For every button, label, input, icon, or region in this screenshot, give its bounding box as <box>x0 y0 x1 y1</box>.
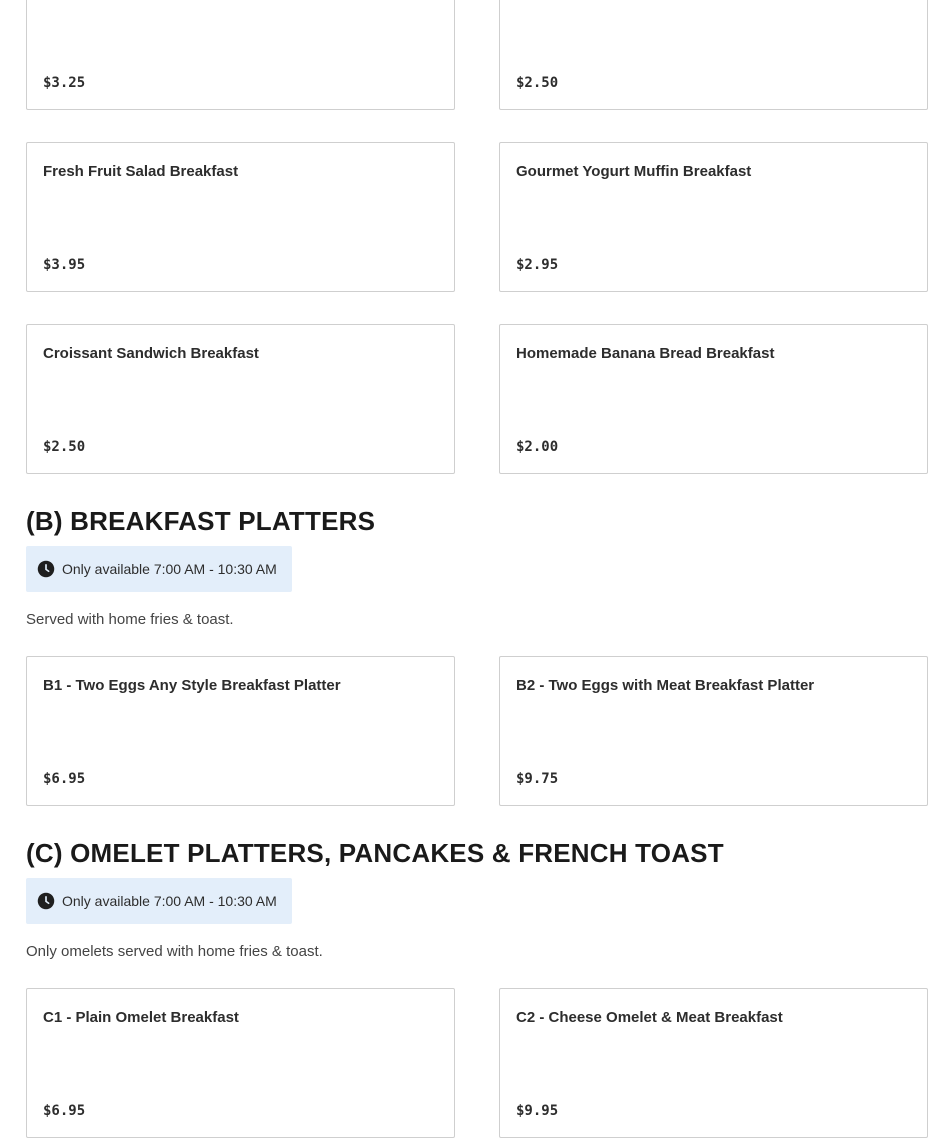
menu-item-name: Croissant Sandwich Breakfast <box>43 345 259 362</box>
menu-item-name: B1 - Two Eggs Any Style Breakfast Platte… <box>43 677 341 694</box>
availability-text: Only available 7:00 AM - 10:30 AM <box>62 893 277 909</box>
menu-item-name: Fresh Fruit Salad Breakfast <box>43 163 239 180</box>
menu-item-price: $6.95 <box>43 771 86 787</box>
menu-item-card[interactable]: Croissant Sandwich Breakfast $2.50 <box>26 324 455 474</box>
menu-item-card[interactable]: $2.50 <box>499 0 928 110</box>
menu-item-price: $6.95 <box>43 1103 86 1119</box>
menu-item-name: Gourmet Yogurt Muffin Breakfast <box>516 163 752 180</box>
menu-item-card[interactable]: C2 - Cheese Omelet & Meat Breakfast $9.9… <box>499 988 928 1138</box>
menu-item-price: $9.95 <box>516 1103 559 1119</box>
menu-item-card[interactable]: B2 - Two Eggs with Meat Breakfast Platte… <box>499 656 928 806</box>
availability-text: Only available 7:00 AM - 10:30 AM <box>62 561 277 577</box>
menu-item-price: $3.25 <box>43 75 86 91</box>
menu-item-card[interactable]: C1 - Plain Omelet Breakfast $6.95 <box>26 988 455 1138</box>
menu-item-price: $3.95 <box>43 257 86 273</box>
menu-item-card[interactable]: Homemade Banana Bread Breakfast $2.00 <box>499 324 928 474</box>
menu-item-price: $2.50 <box>43 439 86 455</box>
menu-item-name: Homemade Banana Bread Breakfast <box>516 345 775 362</box>
availability-badge: Only available 7:00 AM - 10:30 AM <box>26 546 292 592</box>
menu-item-name: B2 - Two Eggs with Meat Breakfast Platte… <box>516 677 815 694</box>
clock-icon <box>37 892 55 910</box>
section-description: Served with home fries & toast. <box>26 611 234 628</box>
menu-item-price: $2.00 <box>516 439 559 455</box>
menu-item-card[interactable]: Gourmet Yogurt Muffin Breakfast $2.95 <box>499 142 928 292</box>
clock-icon <box>37 560 55 578</box>
section-description: Only omelets served with home fries & to… <box>26 943 323 960</box>
section-title-omelet-platters: (C) Omelet Platters, Pancakes & French T… <box>26 838 724 868</box>
menu-item-price: $2.95 <box>516 257 559 273</box>
menu-item-price: $2.50 <box>516 75 559 91</box>
menu-item-card[interactable]: Fresh Fruit Salad Breakfast $3.95 <box>26 142 455 292</box>
menu-item-name: C1 - Plain Omelet Breakfast <box>43 1009 239 1026</box>
menu-item-name: C2 - Cheese Omelet & Meat Breakfast <box>516 1009 783 1026</box>
menu-item-card[interactable]: $3.25 <box>26 0 455 110</box>
availability-badge: Only available 7:00 AM - 10:30 AM <box>26 878 292 924</box>
section-title-breakfast-platters: (B) Breakfast Platters <box>26 506 376 536</box>
menu-item-price: $9.75 <box>516 771 559 787</box>
menu-item-card[interactable]: B1 - Two Eggs Any Style Breakfast Platte… <box>26 656 455 806</box>
